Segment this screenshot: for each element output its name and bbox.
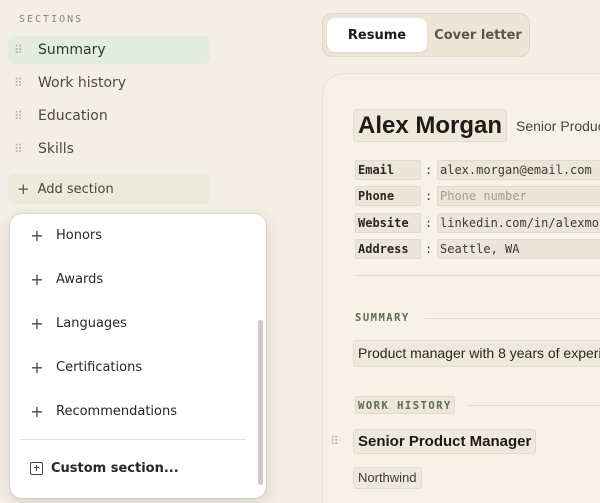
menu-item-label: Custom section... — [51, 460, 179, 476]
email-field[interactable]: alex.morgan@email.com — [437, 160, 600, 180]
summary-heading: SUMMARY — [355, 312, 410, 324]
summary-rule — [425, 318, 600, 319]
sidebar-item-education[interactable]: ⠿ Education — [8, 102, 210, 130]
name-field[interactable]: Alex Morgan — [353, 109, 508, 142]
plus-icon: + — [30, 269, 44, 289]
company-field[interactable]: Northwind — [353, 467, 422, 489]
menu-item-custom-section[interactable]: Custom section... — [30, 456, 179, 480]
drag-handle-icon[interactable]: ⠿ — [330, 434, 339, 448]
contact-label[interactable]: Website — [355, 213, 421, 233]
contact-label[interactable]: Phone — [355, 186, 421, 206]
drag-handle-icon[interactable]: ⠿ — [14, 44, 24, 56]
menu-item-certifications[interactable]: + Certifications — [30, 355, 142, 379]
plus-icon: + — [30, 225, 44, 245]
drag-handle-icon[interactable]: ⠿ — [14, 110, 24, 122]
sidebar-item-label: Work history — [38, 75, 127, 91]
menu-item-honors[interactable]: + Honors — [30, 223, 102, 247]
sidebar-item-label: Summary — [38, 42, 106, 58]
add-section-button[interactable]: + Add section — [8, 174, 210, 204]
plus-icon: + — [30, 313, 44, 333]
header-divider — [355, 275, 600, 276]
menu-item-label: Awards — [56, 271, 104, 287]
resume-canvas: Alex Morgan Senior Product Manager Email… — [322, 73, 600, 503]
headline-field[interactable]: Senior Product Manager — [516, 118, 600, 134]
tab-resume[interactable]: Resume — [327, 18, 427, 52]
contact-separator: : — [425, 163, 433, 177]
menu-item-label: Certifications — [56, 359, 143, 375]
address-field[interactable]: Seattle, WA — [437, 239, 600, 259]
plus-icon: + — [30, 357, 44, 377]
menu-scrollbar[interactable] — [258, 320, 263, 485]
contact-separator: : — [425, 216, 433, 230]
work-history-heading: WORK HISTORY — [355, 396, 455, 414]
menu-item-label: Recommendations — [56, 403, 178, 419]
add-section-menu: + Honors + Awards + Languages + Certific… — [10, 214, 266, 498]
document-tabs: Resume Cover letter — [322, 13, 530, 57]
work-history-rule — [467, 405, 600, 406]
menu-item-languages[interactable]: + Languages — [30, 311, 127, 335]
website-field[interactable]: linkedin.com/in/alexmorgan — [437, 213, 600, 233]
plus-icon: + — [17, 180, 30, 198]
phone-field[interactable]: Phone number — [437, 186, 600, 206]
summary-field[interactable]: Product manager with 8 years of experien… — [353, 340, 600, 367]
contact-separator: : — [425, 189, 433, 203]
menu-item-awards[interactable]: + Awards — [30, 267, 103, 291]
contact-label[interactable]: Email — [355, 160, 421, 180]
plus-icon: + — [30, 401, 44, 421]
add-section-label: Add section — [37, 181, 114, 197]
menu-item-label: Honors — [56, 227, 103, 243]
job-title-field[interactable]: Senior Product Manager — [353, 429, 537, 454]
drag-handle-icon[interactable]: ⠿ — [14, 143, 24, 155]
menu-item-recommendations[interactable]: + Recommendations — [30, 399, 177, 423]
sections-title: SECTIONS — [19, 14, 84, 25]
menu-item-label: Languages — [56, 315, 127, 331]
sidebar-item-work-history[interactable]: ⠿ Work history — [8, 69, 210, 97]
drag-handle-icon[interactable]: ⠿ — [14, 77, 24, 89]
sidebar-item-summary[interactable]: ⠿ Summary — [8, 36, 210, 64]
sidebar-item-label: Skills — [38, 141, 74, 157]
contact-label[interactable]: Address — [355, 239, 421, 259]
menu-divider — [20, 439, 246, 440]
add-box-icon — [30, 461, 43, 475]
tab-cover-letter[interactable]: Cover letter — [429, 18, 527, 52]
sidebar-item-skills[interactable]: ⠿ Skills — [8, 135, 210, 163]
sidebar-item-label: Education — [38, 108, 108, 124]
contact-separator: : — [425, 242, 433, 256]
